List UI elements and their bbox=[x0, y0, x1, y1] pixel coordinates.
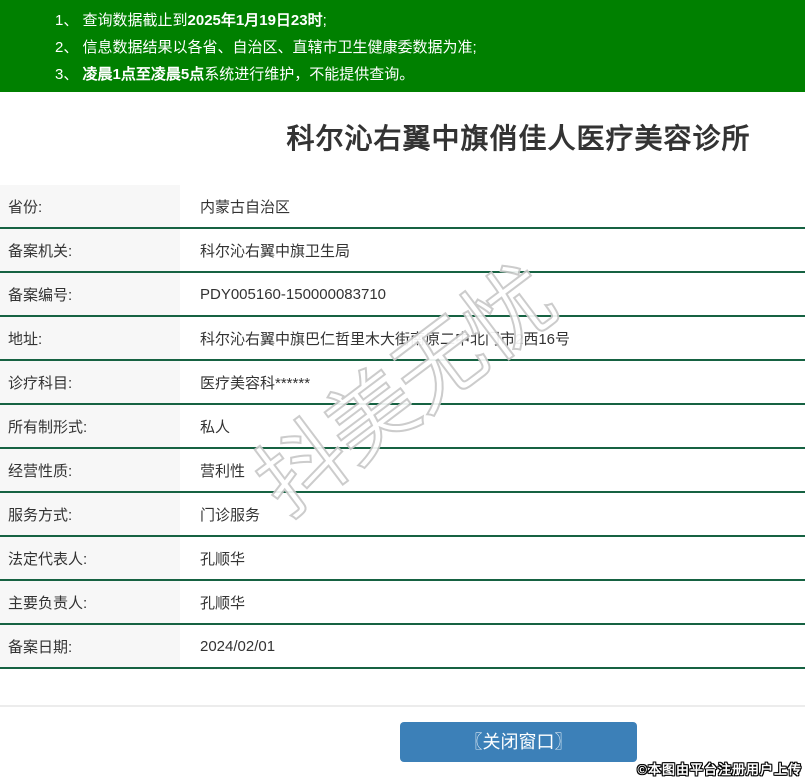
notice-text-segment: 1、 查询数据截止到 bbox=[55, 12, 188, 29]
page-title: 科尔沁右翼中旗俏佳人医疗美容诊所 bbox=[286, 123, 751, 154]
row-value: 孔顺华 bbox=[200, 550, 246, 568]
table-row: 所有制形式: 私人 bbox=[0, 405, 805, 449]
row-label: 备案机关: bbox=[0, 229, 180, 271]
row-value: 医疗美容科****** bbox=[200, 374, 311, 392]
row-label: 法定代表人: bbox=[0, 537, 180, 579]
notice-bar: 1、 查询数据截止到2025年1月19日23时; 2、 信息数据结果以各省、自治… bbox=[0, 0, 805, 92]
table-row: 主要负责人: 孔顺华 bbox=[0, 581, 805, 625]
notice-line: 2、 信息数据结果以各省、自治区、直辖市卫生健康委数据为准; bbox=[55, 34, 805, 61]
row-value: 科尔沁右翼中旗巴仁哲里木大街南原二中北门市2西16号 bbox=[200, 330, 571, 348]
row-value: PDY005160-150000083710 bbox=[200, 285, 386, 303]
row-value: 孔顺华 bbox=[200, 594, 246, 612]
row-value: 营利性 bbox=[200, 462, 246, 480]
row-label: 服务方式: bbox=[0, 493, 180, 535]
notice-line: 3、 凌晨1点至凌晨5点系统进行维护，不能提供查询。 bbox=[55, 61, 805, 88]
notice-line: 1、 查询数据截止到2025年1月19日23时; bbox=[55, 7, 805, 34]
copyright-watermark: ©本图由平台注册用户上传 bbox=[637, 762, 802, 777]
table-row: 备案日期: 2024/02/01 bbox=[0, 625, 805, 669]
row-label: 诊疗科目: bbox=[0, 361, 180, 403]
row-label: 主要负责人: bbox=[0, 581, 180, 623]
row-value: 私人 bbox=[200, 418, 231, 436]
row-label: 所有制形式: bbox=[0, 405, 180, 447]
notice-text-strong: 2025年1月19日23时 bbox=[187, 12, 323, 29]
notice-text-segment: ; bbox=[322, 12, 327, 29]
row-value: 科尔沁右翼中旗卫生局 bbox=[200, 242, 351, 260]
row-label: 地址: bbox=[0, 317, 180, 359]
notice-text-segment: 系统进行维护，不能提供查询。 bbox=[204, 66, 415, 83]
record-table: 省份: 内蒙古自治区 备案机关: 科尔沁右翼中旗卫生局 备案编号: PDY005… bbox=[0, 185, 805, 669]
footer: 〖关闭窗口〗 bbox=[0, 707, 805, 762]
row-label: 备案日期: bbox=[0, 625, 180, 667]
notice-text-segment: 3、 bbox=[55, 66, 83, 83]
row-value: 2024/02/01 bbox=[200, 637, 276, 655]
row-value: 门诊服务 bbox=[200, 506, 261, 524]
row-label: 省份: bbox=[0, 185, 180, 227]
row-label: 经营性质: bbox=[0, 449, 180, 491]
table-row: 经营性质: 营利性 bbox=[0, 449, 805, 493]
close-window-button[interactable]: 〖关闭窗口〗 bbox=[400, 722, 637, 762]
table-row: 省份: 内蒙古自治区 bbox=[0, 185, 805, 229]
table-row: 法定代表人: 孔顺华 bbox=[0, 537, 805, 581]
table-row: 备案机关: 科尔沁右翼中旗卫生局 bbox=[0, 229, 805, 273]
table-row: 备案编号: PDY005160-150000083710 bbox=[0, 273, 805, 317]
table-row: 诊疗科目: 医疗美容科****** bbox=[0, 361, 805, 405]
row-label: 备案编号: bbox=[0, 273, 180, 315]
row-value: 内蒙古自治区 bbox=[200, 198, 291, 216]
table-row: 服务方式: 门诊服务 bbox=[0, 493, 805, 537]
notice-text-strong: 凌晨1点至凌晨5点 bbox=[82, 66, 205, 83]
table-row: 地址: 科尔沁右翼中旗巴仁哲里木大街南原二中北门市2西16号 bbox=[0, 317, 805, 361]
notice-text-segment: 2、 信息数据结果以各省、自治区、直辖市卫生健康委数据为准; bbox=[55, 39, 477, 56]
